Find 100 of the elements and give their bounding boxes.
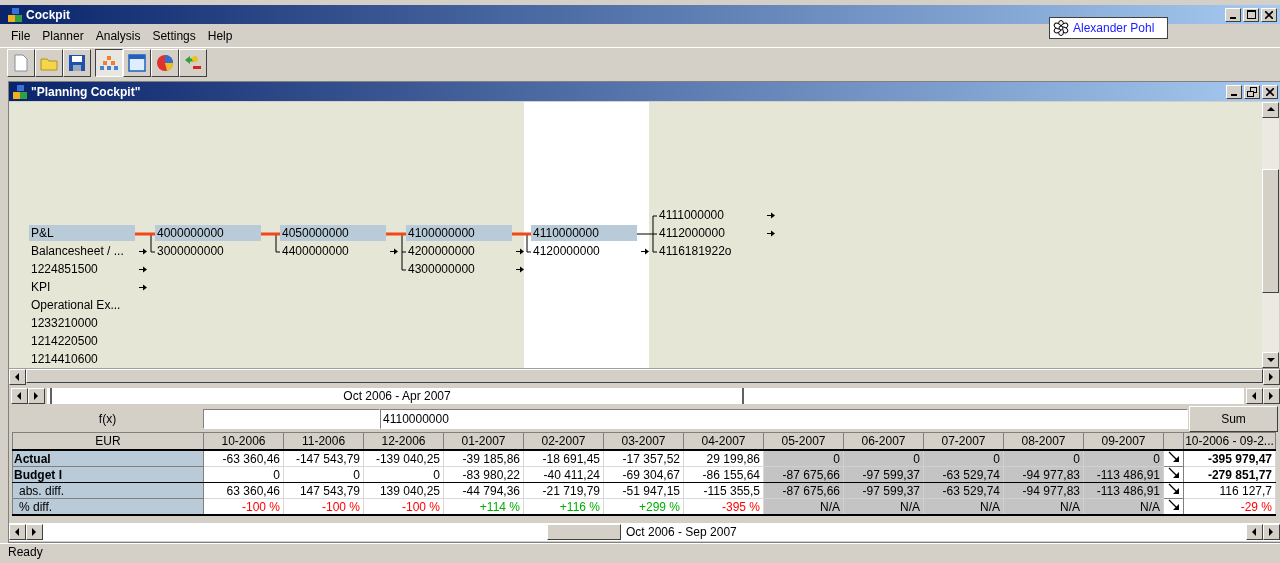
- status-text: Ready: [0, 543, 1280, 560]
- expand-arrow-icon[interactable]: [139, 266, 147, 273]
- toolbar-button[interactable]: [95, 49, 123, 77]
- scroll-right-button[interactable]: [1263, 369, 1280, 385]
- column-header[interactable]: 02-2007: [523, 432, 604, 450]
- scroll-left-button[interactable]: [9, 369, 26, 385]
- menu-item[interactable]: Help: [201, 29, 239, 43]
- tree-node[interactable]: 4200000000: [406, 243, 512, 259]
- scroll-left-button[interactable]: [1246, 388, 1263, 404]
- tree-connector: [135, 232, 156, 253]
- scroll-left-button[interactable]: [11, 388, 28, 404]
- vertical-scrollbar[interactable]: [1262, 102, 1279, 368]
- close-button[interactable]: [1261, 7, 1277, 22]
- column-header[interactable]: 10-2006: [203, 432, 284, 450]
- trend-down-icon: [1167, 483, 1180, 495]
- trend-down-icon: [1167, 499, 1180, 511]
- tree-node[interactable]: 4112000000: [657, 225, 763, 241]
- expand-arrow-icon[interactable]: [767, 230, 775, 237]
- sum-button[interactable]: Sum: [1189, 406, 1278, 432]
- minimize-icon: [1230, 16, 1236, 19]
- tree-node[interactable]: 4000000000: [155, 225, 261, 241]
- scroll-right-button[interactable]: [26, 524, 43, 540]
- tree-node[interactable]: 3000000000: [155, 243, 261, 259]
- table-cell: -18 691,45: [523, 450, 604, 467]
- column-header[interactable]: 11-2006: [283, 432, 364, 450]
- user-badge[interactable]: Alexander Pohl: [1049, 17, 1168, 39]
- minimize-button[interactable]: [1225, 7, 1241, 22]
- formula-field[interactable]: [203, 409, 380, 429]
- menu-item[interactable]: File: [5, 29, 37, 43]
- scroll-right-button[interactable]: [28, 388, 45, 404]
- tree-node[interactable]: 4300000000: [406, 261, 512, 277]
- table-cell: 0: [1003, 450, 1084, 467]
- account-field[interactable]: 4110000000: [380, 409, 1188, 429]
- restore-icon: [1247, 86, 1257, 97]
- column-header[interactable]: 09-2007: [1083, 432, 1164, 450]
- tree-connector: [261, 232, 281, 253]
- column-header[interactable]: 01-2007: [443, 432, 524, 450]
- scroll-right-button[interactable]: [1263, 524, 1280, 540]
- range-slider-thumb[interactable]: [547, 524, 621, 540]
- column-header[interactable]: 04-2007: [683, 432, 764, 450]
- flower-icon: [1053, 20, 1069, 36]
- tree-node[interactable]: 4400000000: [280, 243, 386, 259]
- period-scrollbar[interactable]: Oct 2006 - Apr 2007: [47, 388, 1244, 404]
- document-title: "Planning Cockpit": [31, 84, 141, 99]
- scroll-left-button[interactable]: [1246, 524, 1263, 540]
- column-header[interactable]: 12-2006: [363, 432, 444, 450]
- column-header[interactable]: 06-2007: [843, 432, 924, 450]
- tree-node[interactable]: 4100000000: [406, 225, 512, 241]
- column-header[interactable]: 08-2007: [1003, 432, 1084, 450]
- table-cell: 0: [763, 450, 844, 467]
- table-cell: 0: [843, 450, 924, 467]
- menu-item[interactable]: Analysis: [89, 29, 147, 43]
- close-icon: [1265, 10, 1273, 19]
- tree-connector: [636, 215, 658, 253]
- scroll-down-button[interactable]: [1262, 352, 1279, 368]
- column-header[interactable]: 05-2007: [763, 432, 844, 450]
- folder-icon: [40, 55, 58, 71]
- tree-node[interactable]: 4116181922o: [657, 243, 763, 259]
- app-icon: [7, 6, 23, 23]
- tree-node[interactable]: 4111000000: [657, 207, 763, 223]
- tree-node[interactable]: 1233210000: [29, 315, 135, 331]
- table-cell: 29 199,86: [683, 450, 764, 467]
- menu-item[interactable]: Settings: [146, 29, 202, 43]
- scroll-right-button[interactable]: [1263, 388, 1280, 404]
- expand-arrow-icon[interactable]: [390, 248, 398, 255]
- window-title: Cockpit: [26, 7, 70, 22]
- minimize-button[interactable]: [1226, 84, 1242, 99]
- tree-connector: [512, 232, 532, 253]
- close-button[interactable]: [1262, 84, 1278, 99]
- tree-node[interactable]: 4120000000: [531, 243, 637, 259]
- window-icon: [128, 54, 146, 72]
- row-header[interactable]: Actual: [12, 450, 204, 467]
- tree-node[interactable]: 1214220500: [29, 333, 135, 349]
- column-header[interactable]: 03-2007: [603, 432, 684, 450]
- expand-arrow-icon[interactable]: [767, 212, 775, 219]
- tree-node[interactable]: 1224851500: [29, 261, 135, 277]
- scroll-left-button[interactable]: [9, 524, 26, 540]
- menu-item[interactable]: Planner: [36, 29, 90, 43]
- down-arrow-icon: [1265, 355, 1276, 365]
- save-icon: [68, 54, 86, 72]
- expand-arrow-icon[interactable]: [516, 266, 524, 273]
- expand-arrow-icon[interactable]: [139, 284, 147, 291]
- tree-node[interactable]: 4050000000: [280, 225, 386, 241]
- column-header[interactable]: 07-2007: [923, 432, 1004, 450]
- tree-node[interactable]: KPI: [29, 279, 135, 295]
- tree-node[interactable]: P&L: [29, 225, 135, 241]
- maximize-button[interactable]: [1243, 7, 1259, 22]
- tree-node[interactable]: Operational Ex...: [29, 297, 135, 313]
- expand-arrow-icon[interactable]: [516, 248, 524, 255]
- tree-node[interactable]: 4110000000: [531, 225, 637, 241]
- column-header[interactable]: 10-2006 - 09-2...: [1183, 432, 1276, 450]
- expand-arrow-icon[interactable]: [641, 248, 649, 255]
- tree-node[interactable]: Balancesheet / ...: [29, 243, 135, 259]
- scroll-up-button[interactable]: [1262, 102, 1279, 118]
- user-name: Alexander Pohl: [1073, 21, 1155, 35]
- hierarchy-icon: [99, 55, 119, 71]
- expand-arrow-icon[interactable]: [139, 248, 147, 255]
- table-cell: -63 360,46: [203, 450, 284, 467]
- restore-button[interactable]: [1244, 84, 1260, 99]
- tree-node[interactable]: 1214410600: [29, 351, 135, 367]
